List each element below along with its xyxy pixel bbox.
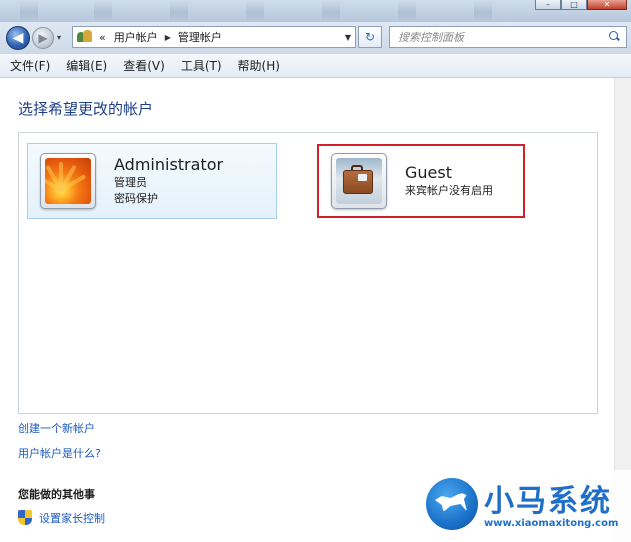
- glass-stripe: [322, 0, 340, 22]
- page-title: 选择希望更改的帐户: [18, 100, 154, 118]
- title-bar: – □ ✕: [0, 0, 631, 22]
- watermark-brand: 小马系统: [484, 484, 612, 519]
- user-accounts-icon: [77, 30, 93, 44]
- shield-icon-quadrant: [25, 518, 32, 525]
- glass-stripe: [94, 0, 112, 22]
- minimize-button[interactable]: –: [535, 0, 561, 10]
- account-status: 来宾帐户没有启用: [405, 184, 493, 197]
- create-account-link[interactable]: 创建一个新帐户: [18, 420, 95, 436]
- recent-pages-dropdown[interactable]: ▾: [57, 33, 61, 42]
- avatar: [40, 153, 96, 209]
- shield-icon-quadrant: [18, 518, 25, 525]
- navigation-bar: ◀ ▶ ▾ « 用户帐户 ▶ 管理帐户 ▼ ↻ 搜索控制面板: [0, 22, 631, 54]
- shield-icon-quadrant: [18, 510, 25, 518]
- menu-tools[interactable]: 工具(T): [175, 57, 228, 74]
- glass-stripe: [170, 0, 188, 22]
- search-input[interactable]: 搜索控制面板: [389, 26, 627, 48]
- shield-icon-quadrant: [25, 510, 32, 518]
- parental-control-link[interactable]: 设置家长控制: [39, 510, 105, 526]
- back-button[interactable]: ◀: [6, 26, 30, 50]
- refresh-button[interactable]: ↻: [358, 26, 382, 48]
- account-name: Guest: [405, 163, 452, 182]
- breadcrumb-separator-icon[interactable]: ▶: [165, 33, 171, 42]
- menu-bar: 文件(F) 编辑(E) 查看(V) 工具(T) 帮助(H): [0, 54, 631, 78]
- search-icon-handle: [616, 36, 620, 41]
- menu-view[interactable]: 查看(V): [117, 57, 171, 74]
- menu-file[interactable]: 文件(F): [4, 57, 56, 74]
- glass-stripe: [20, 0, 38, 22]
- horse-logo-icon: [426, 478, 478, 530]
- horse-silhouette: [435, 492, 469, 512]
- watermark-url: www.xiaomaxitong.com: [484, 518, 619, 529]
- glass-stripe: [474, 0, 492, 22]
- forward-button[interactable]: ▶: [32, 27, 54, 49]
- accounts-list: Administrator 管理员 密码保护 Guest 来宾帐户没有启用: [18, 132, 598, 414]
- account-info: Administrator 管理员 密码保护: [114, 155, 223, 207]
- breadcrumb-item-user-accounts[interactable]: 用户帐户: [114, 29, 158, 45]
- suitcase-sticker: [358, 174, 367, 181]
- account-name: Administrator: [114, 155, 224, 174]
- account-role: 管理员: [114, 176, 147, 189]
- shield-icon: [18, 510, 32, 526]
- account-status: 密码保护: [114, 192, 158, 205]
- address-bar[interactable]: « 用户帐户 ▶ 管理帐户 ▼: [72, 26, 356, 48]
- account-info: Guest 来宾帐户没有启用: [405, 163, 493, 199]
- glass-stripe: [246, 0, 264, 22]
- avatar: [331, 153, 387, 209]
- other-tasks-heading: 您能做的其他事: [18, 488, 95, 501]
- control-panel-window: – □ ✕ ◀ ▶ ▾ « 用户帐户 ▶ 管理帐户 ▼ ↻ 搜索控制面板 文件(…: [0, 0, 631, 542]
- suitcase-avatar-icon: [336, 158, 382, 204]
- search-placeholder: 搜索控制面板: [398, 31, 464, 44]
- breadcrumb-overflow[interactable]: «: [99, 31, 106, 44]
- breadcrumb: « 用户帐户 ▶ 管理帐户: [99, 29, 222, 45]
- parental-control-item[interactable]: 设置家长控制: [18, 510, 105, 526]
- account-card-administrator[interactable]: Administrator 管理员 密码保护: [27, 143, 277, 219]
- user-accounts-icon-person-2: [83, 30, 92, 42]
- address-dropdown-icon[interactable]: ▼: [345, 33, 351, 42]
- flower-avatar-icon: [45, 158, 91, 204]
- close-button[interactable]: ✕: [587, 0, 627, 10]
- what-is-account-link[interactable]: 用户帐户是什么?: [18, 445, 101, 461]
- breadcrumb-item-manage-accounts[interactable]: 管理帐户: [178, 29, 222, 45]
- account-card-guest[interactable]: Guest 来宾帐户没有启用: [317, 144, 525, 218]
- search-icon[interactable]: [607, 30, 621, 44]
- caption-buttons: – □ ✕: [535, 0, 627, 10]
- glass-stripe: [398, 0, 416, 22]
- menu-edit[interactable]: 编辑(E): [60, 57, 113, 74]
- maximize-button[interactable]: □: [561, 0, 587, 10]
- menu-help[interactable]: 帮助(H): [232, 57, 286, 74]
- watermark: 小马系统 www.xiaomaxitong.com: [420, 470, 631, 542]
